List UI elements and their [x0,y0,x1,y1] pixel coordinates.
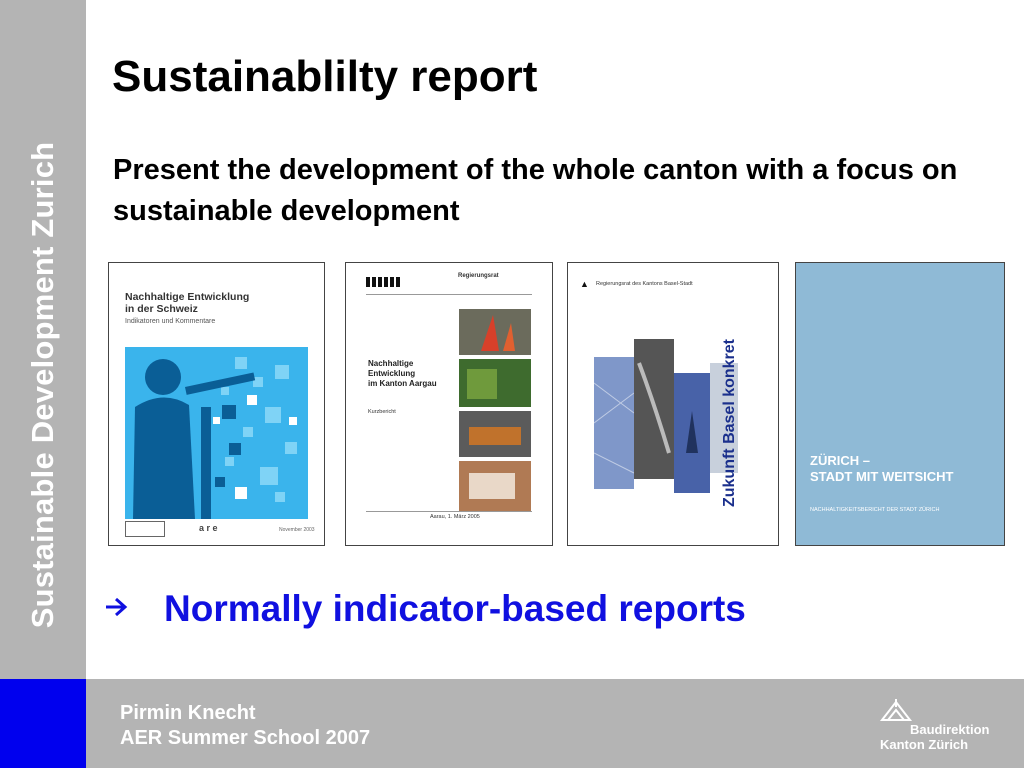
cover1-subtitle: Indikatoren und Kommentare [125,318,216,325]
cover1-logo-block [125,521,165,537]
cover2-title-line3: im Kanton Aargau [368,379,437,388]
canton-logo-icon [879,699,913,721]
slide-title: Sustainablilty report [112,52,538,101]
logo-line1: Baudirektion [910,722,990,737]
bullet-text: Normally indicator-based reports [164,588,746,629]
cover2-title-line2: Entwicklung [368,369,416,378]
report-cover-switzerland: Nachhaltige Entwicklung in der Schweiz I… [108,262,325,546]
cover2-title-line1: Nachhaltige [368,359,414,368]
cover3-title: Zukunft Basel konkret [721,338,738,508]
sidebar: Sustainable Development Zurich [0,0,86,679]
cover1-title-line2: in der Schweiz [125,303,198,315]
cover2-kind: Kurzbericht [368,409,396,415]
cover1-illustration [125,347,308,519]
cover2-photos [459,309,531,511]
logo-line2: Kanton Zürich [880,737,969,752]
report-cover-zurich: ZÜRICH – STADT MIT WEITSICHT NACHHALTIGK… [795,262,1005,546]
right-arrow-icon [106,597,128,617]
cover1-date: November 2003 [279,527,315,533]
cover4-title-line1: ZÜRICH – [810,453,870,468]
sidebar-title: Sustainable Development Zurich [25,141,60,629]
cover2-canton-logo [366,277,400,287]
cover4-title-line2: STADT MIT WEITSICHT [810,469,954,484]
footer-author: Pirmin Knecht [120,702,256,724]
report-cover-basel: ▲ Regierungsrat des Kantons Basel-Stadt … [567,262,779,546]
cover4-subtitle: NACHHALTIGKEITSBERICHT DER STADT ZÜRICH [810,507,940,513]
slide-subtitle: Present the development of the whole can… [113,154,958,227]
cover1-title-line1: Nachhaltige Entwicklung [125,291,250,303]
report-cover-aargau: Regierungsrat Nachhaltige Entwicklung im… [345,262,553,546]
canton-logo-text: Baudirektion Kanton Zürich [880,722,989,752]
cover3-header: Regierungsrat des Kantons Basel-Stadt [596,281,693,287]
cover3-crest: ▲ [580,279,589,289]
footer-event: AER Summer School 2007 [120,727,371,749]
cover1-logo-are: a r e [199,523,218,533]
cover3-photo-strip [594,339,738,493]
footer-accent [0,679,86,768]
cover2-date: Aarau, 1. März 2005 [430,514,480,520]
cover2-header: Regierungsrat [458,273,499,279]
